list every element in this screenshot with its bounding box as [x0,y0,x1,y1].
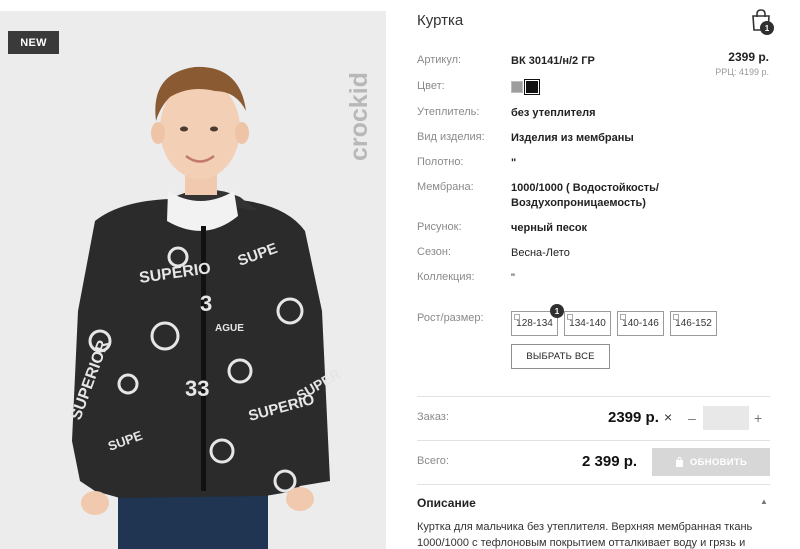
description-title: Описание [417,496,476,510]
brand-logo: crockid [345,72,373,161]
size-option-146-152[interactable]: 146-152 [670,311,717,336]
attr-value-insulation: без утеплителя [511,107,596,119]
select-all-sizes-button[interactable]: ВЫБРАТЬ ВСЕ [511,344,610,369]
divider [417,396,770,397]
attr-value-membrane: 1000/1000 ( Водостойкость/ Воздухопрониц… [511,182,659,209]
product-rrc-price: РРЦ: 4199 р. [715,67,769,77]
product-price: 2399 р. [728,50,769,64]
size-option-label: 134-140 [569,318,606,329]
description-text: Куртка для мальчика без утеплителя. Верх… [417,521,753,549]
attr-value-article: ВК 30141/н/2 ГР [511,55,595,67]
attr-label-collection: Коллекция: [417,271,475,283]
size-option-134-140[interactable]: 134-140 [564,311,611,336]
bag-icon [675,457,683,467]
cart-count-badge: 1 [760,21,774,35]
total-price: 2 399 р. [582,453,638,470]
color-swatch-gray[interactable] [511,81,523,93]
checkbox-icon [620,314,626,320]
size-label: Рост/размер: [417,312,484,324]
total-label: Всего: [417,455,449,467]
size-option-140-146[interactable]: 140-146 [617,311,664,336]
attr-label-color: Цвет: [417,80,445,92]
svg-text:AGUE: AGUE [215,323,244,334]
quantity-decrease-button[interactable]: – [688,410,696,426]
checkbox-icon [567,314,573,320]
checkbox-icon [514,314,520,320]
svg-text:3: 3 [200,291,212,316]
svg-text:33: 33 [185,376,209,401]
clear-order-icon[interactable]: × [664,409,672,425]
product-image[interactable]: SUPERIO SUPE 3 33 SUPERIOR SUPERIO SUPER… [0,11,386,549]
update-button[interactable]: ОБНОВИТЬ [652,448,770,476]
quantity-input[interactable] [703,406,749,430]
attr-label-insulation: Утеплитель: [417,106,480,118]
attr-value-product-type: Изделия из мембраны [511,132,634,144]
update-button-label: ОБНОВИТЬ [689,456,748,468]
order-label: Заказ: [417,411,449,423]
attr-label-print: Рисунок: [417,221,462,233]
attr-label-product-type: Вид изделия: [417,131,485,143]
size-option-label: 146-152 [675,318,712,329]
size-option-label: 128-134 [516,318,553,329]
divider [417,440,770,441]
attr-value-collection: " [511,272,515,284]
divider [417,484,770,485]
attr-label-fabric: Полотно: [417,156,464,168]
order-price: 2399 р. [608,409,659,426]
attr-label-membrane: Мембрана: [417,181,474,193]
attr-value-season: Весна-Лето [511,247,570,259]
new-badge: NEW [8,31,59,54]
svg-text:crockid: crockid [345,72,373,161]
attr-value-fabric: " [511,157,517,169]
checkbox-icon [673,314,679,320]
color-swatch-black[interactable] [524,79,540,95]
product-photo-illustration: SUPERIO SUPE 3 33 SUPERIOR SUPERIO SUPER… [68,66,343,549]
collapse-caret-icon[interactable]: ▲ [760,497,768,506]
attr-label-article: Артикул: [417,54,462,66]
size-selected-count: 1 [550,304,564,318]
product-title: Куртка [417,12,464,29]
attr-value-print: черный песок [511,222,588,234]
quantity-increase-button[interactable]: + [754,410,762,426]
attr-label-season: Сезон: [417,246,451,258]
size-option-label: 140-146 [622,318,659,329]
